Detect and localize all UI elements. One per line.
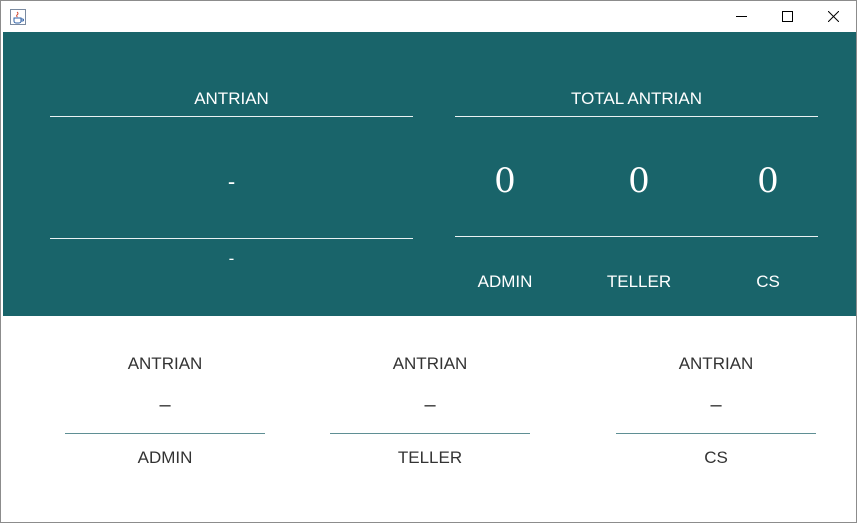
app-window: ANTRIAN - - TOTAL ANTRIAN 0 0 0 ADMIN TE… xyxy=(0,0,857,523)
divider xyxy=(455,236,818,237)
counter-admin-header: ANTRIAN xyxy=(127,354,203,373)
title-bar[interactable] xyxy=(1,1,856,32)
counter-teller-number: – xyxy=(424,394,436,416)
divider xyxy=(65,433,265,434)
current-queue-sub: - xyxy=(228,249,235,268)
current-queue-header: ANTRIAN xyxy=(194,89,269,108)
counter-teller-header: ANTRIAN xyxy=(392,354,468,373)
total-cs-count: 0 xyxy=(757,161,779,201)
maximize-button[interactable] xyxy=(765,1,811,32)
total-cs-label: CS xyxy=(756,272,780,291)
total-admin-count: 0 xyxy=(494,161,516,201)
java-cup-icon xyxy=(10,9,26,25)
divider xyxy=(455,116,818,117)
total-admin-label: ADMIN xyxy=(477,272,533,291)
minimize-icon xyxy=(736,16,747,17)
divider xyxy=(616,433,816,434)
divider xyxy=(330,433,530,434)
counter-cs-label: CS xyxy=(704,448,728,467)
queue-summary-panel: ANTRIAN - - TOTAL ANTRIAN 0 0 0 ADMIN TE… xyxy=(3,32,856,316)
total-teller-count: 0 xyxy=(628,161,650,201)
total-teller-label: TELLER xyxy=(606,272,672,291)
close-icon xyxy=(828,11,839,22)
divider xyxy=(50,238,413,239)
current-queue-number: - xyxy=(227,169,236,194)
counter-cs-header: ANTRIAN xyxy=(678,354,754,373)
counter-admin-label: ADMIN xyxy=(137,448,193,467)
divider xyxy=(50,116,413,117)
counter-cs-number: – xyxy=(710,394,722,416)
total-queue-header: TOTAL ANTRIAN xyxy=(571,89,702,108)
counter-teller-label: TELLER xyxy=(397,448,463,467)
counter-admin-number: – xyxy=(159,394,171,416)
close-button[interactable] xyxy=(811,1,857,32)
minimize-button[interactable] xyxy=(719,1,765,32)
maximize-icon xyxy=(782,11,793,22)
